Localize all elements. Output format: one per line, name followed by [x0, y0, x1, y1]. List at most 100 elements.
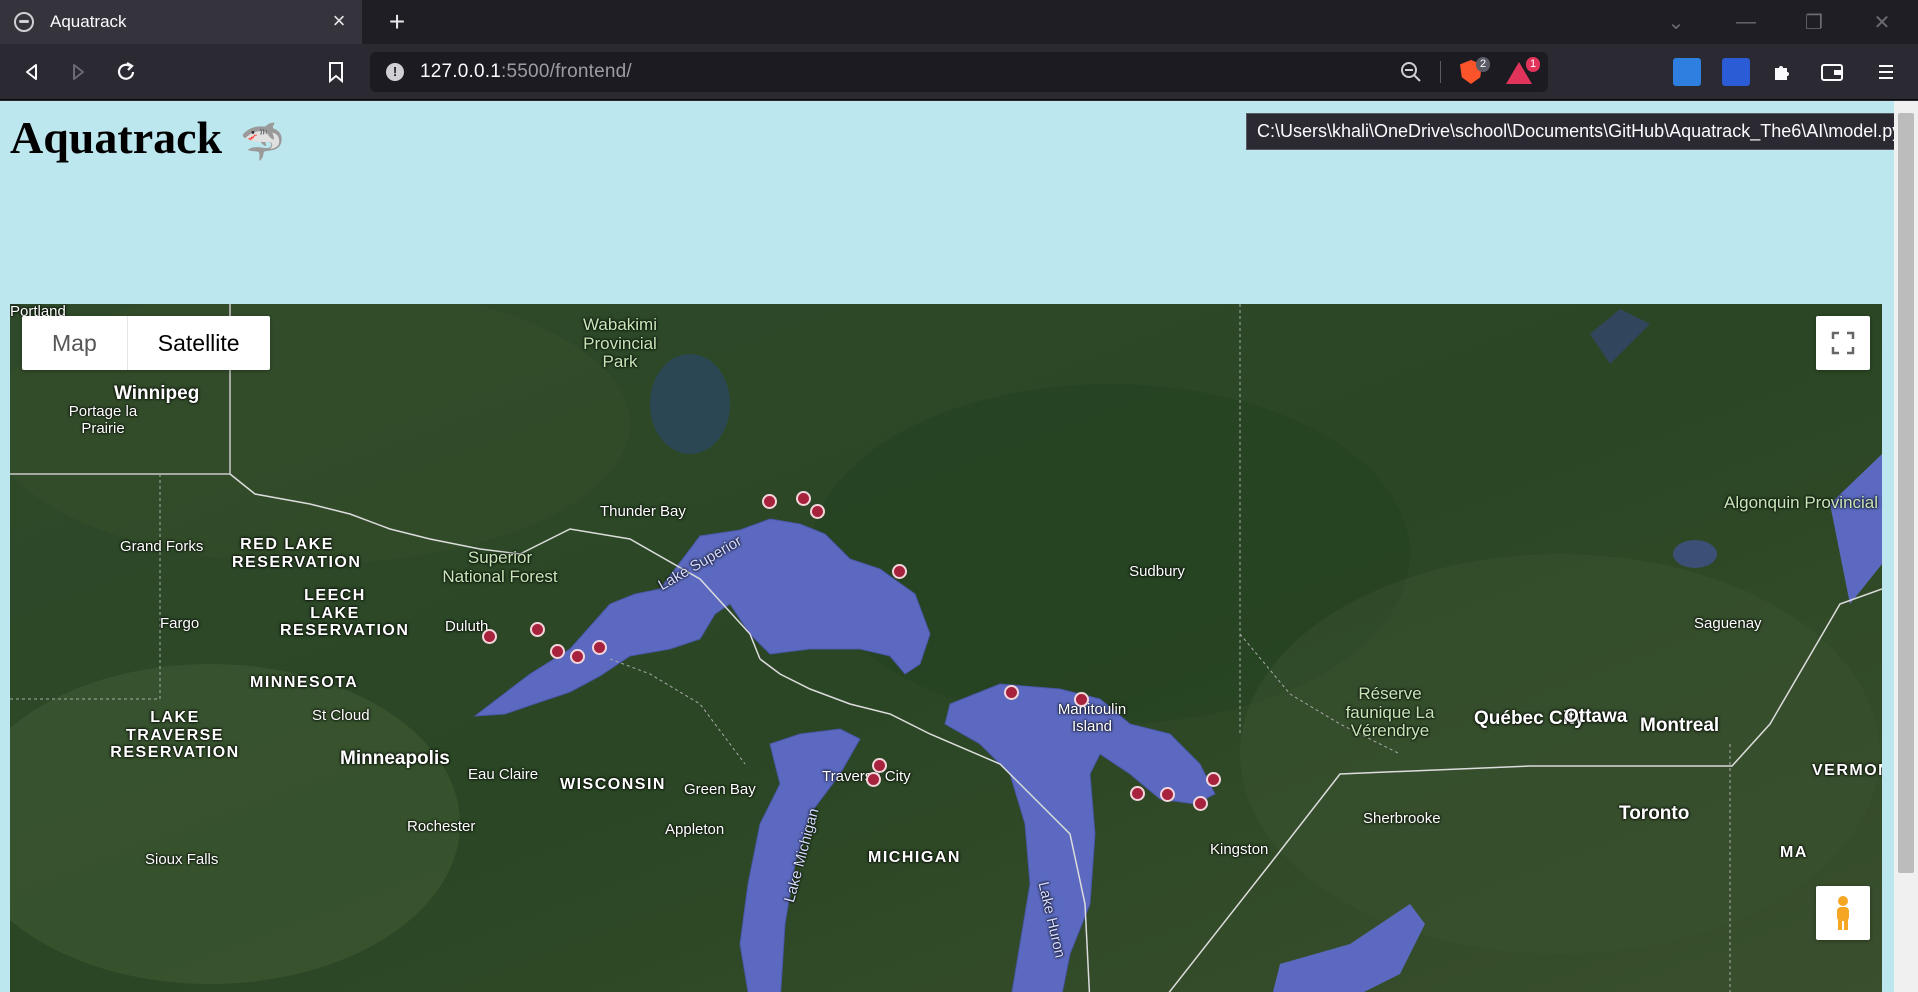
url-text[interactable]: 127.0.0.1:5500/frontend/: [420, 61, 632, 83]
map-marker[interactable]: [872, 758, 887, 773]
map-marker[interactable]: [1206, 772, 1221, 787]
map-marker[interactable]: [550, 644, 565, 659]
hamburger-menu-icon: [1879, 65, 1893, 79]
fullscreen-icon: [1831, 331, 1855, 355]
map-label: Réserve faunique La Vérendrye: [1345, 684, 1435, 741]
map-label: LEECH LAKE RESERVATION: [280, 587, 410, 640]
minimize-button[interactable]: —: [1718, 0, 1774, 44]
map-label: Portage la Prairie: [68, 403, 138, 437]
map-label: Manitoulin Island: [1057, 701, 1127, 735]
map-label: Sudbury: [1129, 563, 1185, 580]
map-marker[interactable]: [1074, 692, 1089, 707]
map-label: Wabakimi Provincial Park: [583, 315, 657, 372]
map-marker[interactable]: [892, 564, 907, 579]
terrain-patch: [1240, 554, 1880, 954]
map-label: Winnipeg: [114, 383, 200, 404]
tab-strip: Aquatrack × + ⌄ — ❐ ✕: [0, 0, 1918, 44]
bookmark-icon: [329, 62, 343, 83]
map-label: LAKE TRAVERSE RESERVATION: [110, 709, 240, 762]
map-container[interactable]: Winnipeg Portage la Prairie Wabakimi Provi…: [10, 304, 1882, 992]
reload-icon: [117, 62, 135, 80]
pegman-icon: [1837, 896, 1849, 930]
map-type-control: Map Satellite: [22, 316, 270, 370]
map-marker[interactable]: [1160, 787, 1175, 802]
map-label: Superior National Forest: [442, 548, 558, 586]
fullscreen-button[interactable]: [1816, 316, 1870, 370]
file-path-tooltip: C:\Users\khali\OneDrive\school\Documents…: [1246, 113, 1913, 150]
scrollbar-thumb[interactable]: [1898, 113, 1914, 873]
map-label: Green Bay: [684, 781, 756, 798]
map-label: Grand Forks: [120, 538, 204, 555]
map-label: RED LAKE RESERVATION: [232, 536, 362, 571]
map-label: Minneapolis: [340, 748, 450, 769]
address-bar[interactable]: ! 127.0.0.1:5500/frontend/ 2 1: [370, 52, 1548, 92]
shark-emoji: 🦈: [240, 122, 285, 163]
menu-button[interactable]: [1870, 56, 1902, 88]
map-marker[interactable]: [592, 640, 607, 655]
map-marker[interactable]: [796, 491, 811, 506]
globe-icon: [14, 12, 34, 32]
map-marker[interactable]: [1193, 796, 1208, 811]
back-arrow-icon: [26, 64, 37, 80]
map-marker[interactable]: [1130, 786, 1145, 801]
map-label: Fargo: [160, 615, 200, 632]
forward-arrow-icon: [73, 64, 84, 80]
map-label: Ottawa: [1564, 706, 1628, 727]
map-marker[interactable]: [810, 504, 825, 519]
puzzle-icon: [1775, 66, 1789, 80]
back-button[interactable]: [16, 56, 48, 88]
window-close-button[interactable]: ✕: [1854, 0, 1910, 44]
map-type-map-button[interactable]: Map: [22, 316, 127, 370]
map-label: Thunder Bay: [600, 503, 686, 520]
forward-button[interactable]: [62, 56, 94, 88]
wallet-icon: [1821, 64, 1843, 81]
page-title: Aquatrack 🦈: [10, 112, 285, 163]
extension-window-icon[interactable]: [1673, 58, 1701, 86]
map-marker[interactable]: [1004, 685, 1019, 700]
tab-title: Aquatrack: [50, 12, 127, 31]
map-label: VERMONT: [1812, 762, 1882, 779]
page-scrollbar[interactable]: [1894, 101, 1918, 992]
map-label: Sioux Falls: [145, 851, 219, 868]
extension-lock-icon[interactable]: [1722, 58, 1750, 86]
close-tab-icon[interactable]: ×: [328, 10, 350, 32]
browser-toolbar: ! 127.0.0.1:5500/frontend/ 2 1: [0, 44, 1918, 100]
map-marker[interactable]: [866, 772, 881, 787]
extensions-button[interactable]: [1766, 56, 1798, 88]
tab-list-chevron-icon[interactable]: ⌄: [1648, 0, 1704, 44]
satellite-map-imagery: [10, 304, 1882, 992]
map-marker[interactable]: [570, 649, 585, 664]
map-label: Kingston: [1210, 841, 1269, 858]
map-label: Sherbrooke: [1363, 810, 1441, 827]
map-label: Appleton: [665, 821, 725, 838]
map-label: Montreal: [1640, 715, 1720, 736]
map-label: Toronto: [1619, 803, 1690, 824]
page-content: Aquatrack 🦈 C:\Users\khali\OneDrive\schoo…: [0, 101, 1918, 992]
map-type-satellite-button[interactable]: Satellite: [126, 316, 270, 370]
map-marker[interactable]: [482, 629, 497, 644]
map-label: MA: [1780, 844, 1808, 861]
map-marker[interactable]: [530, 622, 545, 637]
map-label: Eau Claire: [468, 766, 539, 783]
zoom-out-icon[interactable]: [1400, 61, 1422, 83]
wallet-button[interactable]: [1816, 56, 1848, 88]
map-label: Saguenay: [1694, 615, 1762, 632]
lake-small: [1673, 540, 1717, 568]
map-label: MICHIGAN: [868, 849, 961, 866]
site-info-icon[interactable]: !: [386, 63, 404, 81]
reload-button[interactable]: [110, 56, 142, 88]
map-label: Rochester: [407, 818, 476, 835]
new-tab-button[interactable]: +: [382, 8, 412, 38]
shield-count-badge: 2: [1476, 57, 1491, 72]
map-label: St Cloud: [312, 707, 370, 724]
separator: [1440, 61, 1441, 83]
browser-tab[interactable]: Aquatrack ×: [0, 0, 362, 44]
map-label: MINNESOTA: [250, 674, 359, 691]
map-label: WISCONSIN: [560, 776, 666, 793]
restore-button[interactable]: ❐: [1786, 0, 1842, 44]
map-label: Algonquin Provincial Park: [1724, 493, 1882, 512]
street-view-pegman-button[interactable]: [1816, 886, 1870, 940]
map-marker[interactable]: [762, 494, 777, 509]
bookmark-button[interactable]: [320, 56, 352, 88]
rewards-count-badge: 1: [1526, 57, 1541, 72]
